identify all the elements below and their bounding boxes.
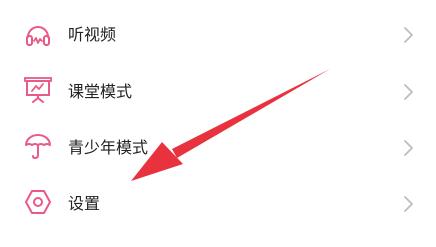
chevron-right-icon bbox=[401, 82, 415, 102]
settings-hexagon-icon bbox=[22, 186, 54, 218]
menu-item-settings[interactable]: 设置 bbox=[0, 178, 436, 228]
menu-item-label: 设置 bbox=[68, 194, 101, 213]
menu-item-classroom-mode[interactable]: 课堂模式 bbox=[0, 66, 436, 116]
menu-item-label: 听视频 bbox=[68, 25, 117, 44]
menu-item-label: 课堂模式 bbox=[68, 82, 133, 101]
presentation-board-icon bbox=[22, 74, 54, 106]
umbrella-icon bbox=[22, 130, 54, 162]
chevron-right-icon bbox=[401, 194, 415, 214]
chevron-right-icon bbox=[401, 138, 415, 158]
menu-item-teen-mode[interactable]: 青少年模式 bbox=[0, 122, 436, 172]
chevron-right-icon bbox=[401, 25, 415, 45]
menu-list: 听视频 课堂模式 青少年模式 设置 bbox=[0, 0, 436, 247]
menu-item-listen-video[interactable]: 听视频 bbox=[0, 9, 436, 59]
menu-item-label: 青少年模式 bbox=[68, 138, 149, 157]
headphones-icon bbox=[22, 19, 54, 51]
